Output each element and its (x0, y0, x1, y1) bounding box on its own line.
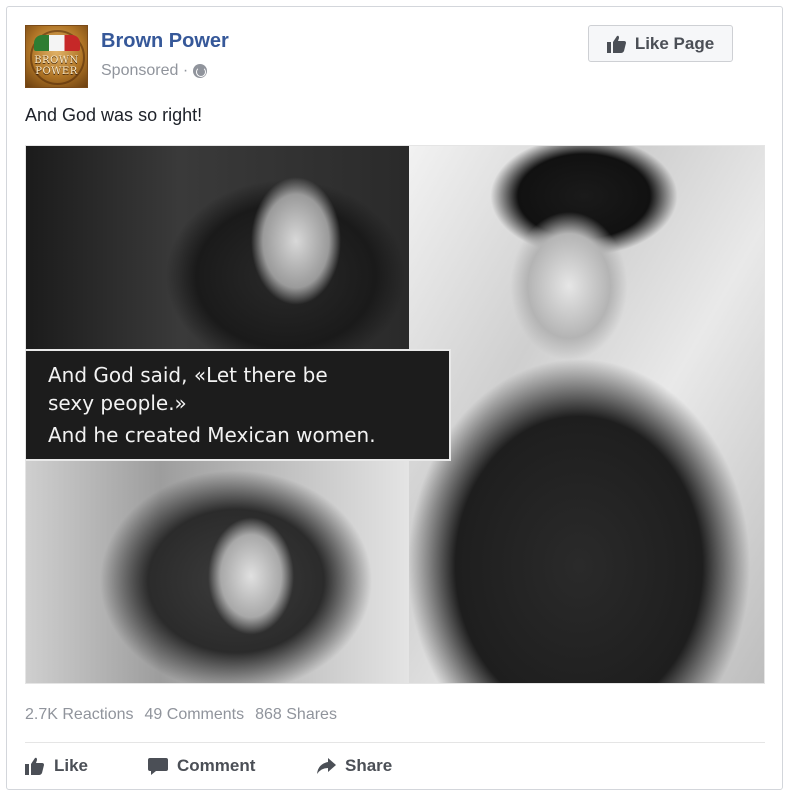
avatar-flag (34, 35, 80, 51)
like-page-label: Like Page (634, 33, 715, 53)
like-button[interactable]: Like (25, 756, 148, 776)
photo-panel-top-left (26, 146, 409, 349)
photo-panel-bottom-left (26, 461, 409, 683)
globe-icon[interactable] (193, 64, 208, 78)
post-meta: Sponsored · (101, 62, 208, 80)
sponsored-label: Sponsored · (101, 62, 189, 79)
like-label: Like (54, 756, 89, 775)
engagement-stats: 2.7K Reactions 49 Comments 868 Shares (25, 706, 337, 724)
thumbs-up-icon (25, 757, 44, 775)
page-name-link[interactable]: Brown Power (101, 30, 229, 53)
post-image[interactable]: And God said, «Let there be sexy people.… (25, 145, 765, 684)
action-bar: Like Comment Share (25, 751, 392, 781)
reactions-count[interactable]: 2.7K Reactions (25, 706, 134, 724)
share-button[interactable]: Share (316, 756, 392, 776)
speech-bubble-icon (148, 758, 168, 775)
share-label: Share (345, 756, 393, 775)
thumbs-up-icon (606, 35, 626, 53)
sponsored-post-card: BROWN POWER Brown Power Sponsored · Like… (6, 6, 783, 790)
comment-label: Comment (177, 756, 256, 775)
avatar-text-line1: BROWN (34, 55, 79, 66)
caption-line-1: And God said, «Let there be (48, 363, 328, 387)
page-avatar[interactable]: BROWN POWER (25, 25, 88, 88)
image-caption: And God said, «Let there be sexy people.… (26, 349, 451, 461)
photo-panel-right (409, 146, 764, 683)
share-arrow-icon (317, 758, 336, 774)
comments-count[interactable]: 49 Comments (145, 706, 245, 724)
caption-line-2: sexy people.» (48, 391, 187, 415)
shares-count[interactable]: 868 Shares (255, 706, 337, 724)
like-page-button[interactable]: Like Page (588, 25, 733, 62)
action-divider (25, 742, 765, 743)
post-text: And God was so right! (25, 105, 203, 125)
avatar-text-line2: POWER (35, 66, 78, 77)
caption-line-3: And he created Mexican women. (48, 423, 376, 447)
comment-button[interactable]: Comment (148, 756, 316, 776)
